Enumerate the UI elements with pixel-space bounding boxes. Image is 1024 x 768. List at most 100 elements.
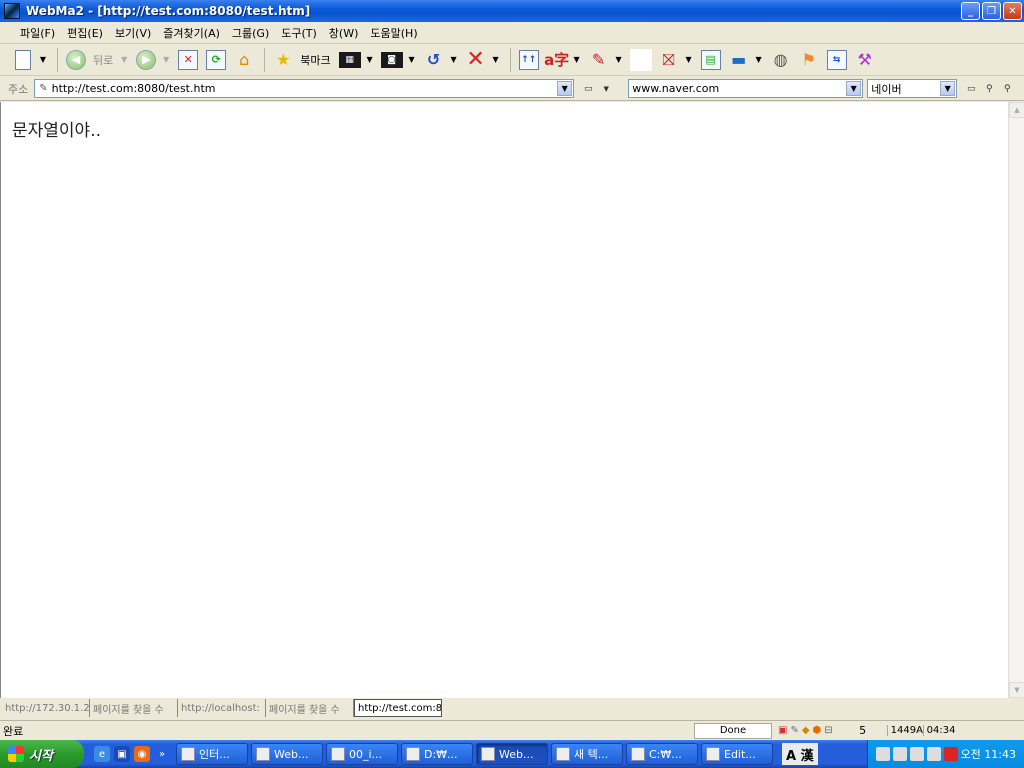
- layout-icon[interactable]: ▣: [778, 725, 787, 736]
- ime-indicator[interactable]: A 漢: [782, 743, 818, 765]
- scroll-down-button[interactable]: ▼: [1009, 682, 1024, 698]
- keyboard-icon[interactable]: ▭: [963, 82, 979, 96]
- title-bar[interactable]: WebMa2 - [http://test.com:8080/test.htm]…: [0, 0, 1024, 22]
- bookmark-button[interactable]: ★: [270, 47, 296, 73]
- grid-icon: ▦: [338, 51, 361, 68]
- webma-icon[interactable]: ▣: [114, 746, 130, 762]
- new-document-button[interactable]: [10, 47, 36, 73]
- tools-button[interactable]: ⚒: [852, 47, 878, 73]
- close-dropdown-arrow[interactable]: ▼: [491, 55, 501, 64]
- tab-test-com[interactable]: http://test.com:8: [354, 699, 442, 717]
- undo-dropdown-arrow[interactable]: ▼: [449, 55, 459, 64]
- forward-button[interactable]: ▶: [133, 47, 159, 73]
- ie-icon[interactable]: e: [94, 746, 110, 762]
- sidebar-toggle-button[interactable]: ⇆: [824, 47, 850, 73]
- menu-bar: 파일(F) 편집(E) 보기(V) 즐겨찾기(A) 그룹(G) 도구(T) 창(…: [0, 22, 1024, 44]
- pen-icon: ✎: [591, 50, 606, 69]
- menu-group[interactable]: 그룹(G): [226, 25, 275, 41]
- menu-edit[interactable]: 편집(E): [61, 25, 109, 41]
- speed-button[interactable]: ◍: [768, 47, 794, 73]
- status-memory: 1449A: [886, 725, 923, 736]
- windows-update-button[interactable]: ⚑: [796, 47, 822, 73]
- bookmark-label[interactable]: 북마크: [300, 52, 330, 68]
- antivirus-icon[interactable]: [943, 747, 958, 761]
- capture-dropdown-arrow[interactable]: ▼: [407, 55, 417, 64]
- undo-close-button[interactable]: ↺: [421, 47, 447, 73]
- restore-button[interactable]: ❐: [982, 2, 1001, 20]
- volume-icon[interactable]: [926, 747, 941, 761]
- popup-block-button[interactable]: ⛝: [656, 47, 682, 73]
- search-icon[interactable]: ⚲: [981, 82, 997, 96]
- forward-dropdown-arrow[interactable]: ▼: [161, 55, 171, 64]
- go-dropdown-arrow[interactable]: ▼: [598, 82, 614, 96]
- menu-window[interactable]: 창(W): [323, 25, 365, 41]
- go-button[interactable]: ▭: [580, 82, 596, 96]
- popup-dropdown-arrow[interactable]: ▼: [684, 55, 694, 64]
- address-value[interactable]: http://test.com:8080/test.htm: [52, 82, 216, 95]
- tile-windows-button[interactable]: ▦: [337, 47, 363, 73]
- start-button[interactable]: 시작: [0, 740, 84, 768]
- menu-favorites[interactable]: 즐겨찾기(A): [157, 25, 226, 41]
- taskbar-item-notepad[interactable]: 새 텍...: [551, 743, 623, 765]
- back-dropdown-arrow[interactable]: ▼: [119, 55, 129, 64]
- search-field[interactable]: www.naver.com ▼: [628, 79, 864, 98]
- screen-button[interactable]: ▬: [726, 47, 752, 73]
- page-button[interactable]: ▤: [698, 47, 724, 73]
- search-engine-select[interactable]: 네이버 ▼: [867, 79, 958, 98]
- tab-not-found-1[interactable]: 페이지를 찾을 수: [90, 699, 178, 717]
- scroll-top-button[interactable]: ↑↑: [516, 47, 542, 73]
- close-tab-button[interactable]: ✕: [463, 47, 489, 73]
- refresh-button[interactable]: ⟳: [203, 47, 229, 73]
- firefox-icon[interactable]: ◉: [134, 746, 150, 762]
- clock[interactable]: 오전 11:43: [961, 746, 1016, 762]
- network-icon[interactable]: [875, 747, 890, 761]
- tab-not-found-2[interactable]: 페이지를 찾을 수: [266, 699, 354, 717]
- capture-button[interactable]: ◙: [379, 47, 405, 73]
- shield-icon[interactable]: ⬢: [813, 725, 822, 736]
- back-label[interactable]: 뒤로: [93, 52, 113, 68]
- translate-button[interactable]: a字: [544, 47, 570, 73]
- translate-dropdown-arrow[interactable]: ▼: [572, 55, 582, 64]
- panel-icon[interactable]: ⊟: [824, 725, 832, 736]
- back-button[interactable]: ◀: [63, 47, 89, 73]
- search-next-icon[interactable]: ⚲: [999, 82, 1015, 96]
- menu-tools[interactable]: 도구(T): [275, 25, 323, 41]
- search-value[interactable]: www.naver.com: [632, 82, 719, 95]
- scroll-up-button[interactable]: ▲: [1009, 102, 1024, 118]
- pen-status-icon[interactable]: ✎: [790, 725, 798, 736]
- address-dropdown-button[interactable]: ▼: [557, 81, 573, 96]
- new-dropdown-arrow[interactable]: ▼: [38, 55, 48, 64]
- taskbar-item-ie[interactable]: 인터...: [176, 743, 248, 765]
- tab-localhost[interactable]: http://localhost:: [178, 699, 266, 717]
- taskbar-item-web-2[interactable]: Web...: [476, 743, 548, 765]
- editor-task-icon: [706, 747, 720, 761]
- screen-dropdown-arrow[interactable]: ▼: [754, 55, 764, 64]
- home-button[interactable]: ⌂: [231, 47, 257, 73]
- taskbar-item-web-1[interactable]: Web...: [251, 743, 323, 765]
- menu-view[interactable]: 보기(V): [109, 25, 157, 41]
- highlight-dropdown-arrow[interactable]: ▼: [614, 55, 624, 64]
- close-button[interactable]: ✕: [1003, 2, 1022, 20]
- red-x-icon: ✕: [466, 47, 485, 72]
- star-icon: ★: [276, 50, 291, 69]
- cube-icon[interactable]: ◆: [802, 725, 810, 736]
- search-dropdown-button[interactable]: ▼: [846, 81, 862, 96]
- tab-172[interactable]: http://172.30.1.24: [2, 699, 90, 717]
- taskbar-item-c-drive[interactable]: C:₩...: [626, 743, 698, 765]
- vertical-scrollbar[interactable]: ▲ ▼: [1008, 102, 1024, 698]
- taskbar-item-d-drive[interactable]: D:₩...: [401, 743, 473, 765]
- pen-tray-icon[interactable]: [892, 747, 907, 761]
- menu-file[interactable]: 파일(F): [14, 25, 61, 41]
- taskbar-item-edit[interactable]: Edit...: [701, 743, 773, 765]
- messenger-icon[interactable]: [909, 747, 924, 761]
- stop-button[interactable]: ✕: [175, 47, 201, 73]
- blank-button[interactable]: [628, 47, 654, 73]
- engine-dropdown-button[interactable]: ▼: [940, 81, 956, 96]
- menu-help[interactable]: 도움말(H): [364, 25, 423, 41]
- highlight-button[interactable]: ✎: [586, 47, 612, 73]
- more-chevron-icon[interactable]: »: [154, 746, 170, 762]
- minimize-button[interactable]: _: [961, 2, 980, 20]
- taskbar-item-00i[interactable]: 00_i...: [326, 743, 398, 765]
- address-field[interactable]: ✎ http://test.com:8080/test.htm ▼: [34, 79, 575, 98]
- tile-dropdown-arrow[interactable]: ▼: [365, 55, 375, 64]
